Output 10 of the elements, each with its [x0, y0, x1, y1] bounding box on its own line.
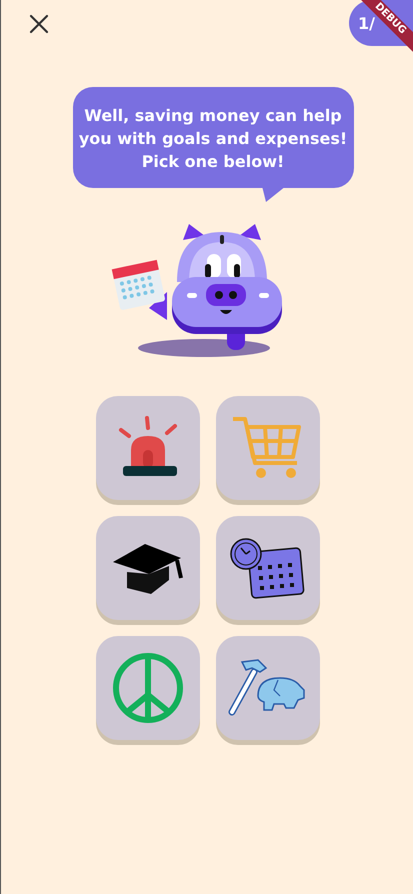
close-button[interactable]	[27, 12, 51, 36]
emergency-option-tile[interactable]	[96, 396, 200, 500]
close-icon	[29, 14, 49, 34]
savings-option-tile[interactable]	[216, 636, 320, 740]
education-option-tile[interactable]	[96, 516, 200, 620]
peace-option-tile[interactable]	[96, 636, 200, 740]
schedule-option-tile[interactable]	[216, 516, 320, 620]
speech-bubble-tail	[262, 186, 286, 202]
shopping-option-tile[interactable]	[216, 396, 320, 500]
peace-sign-icon	[111, 651, 185, 725]
